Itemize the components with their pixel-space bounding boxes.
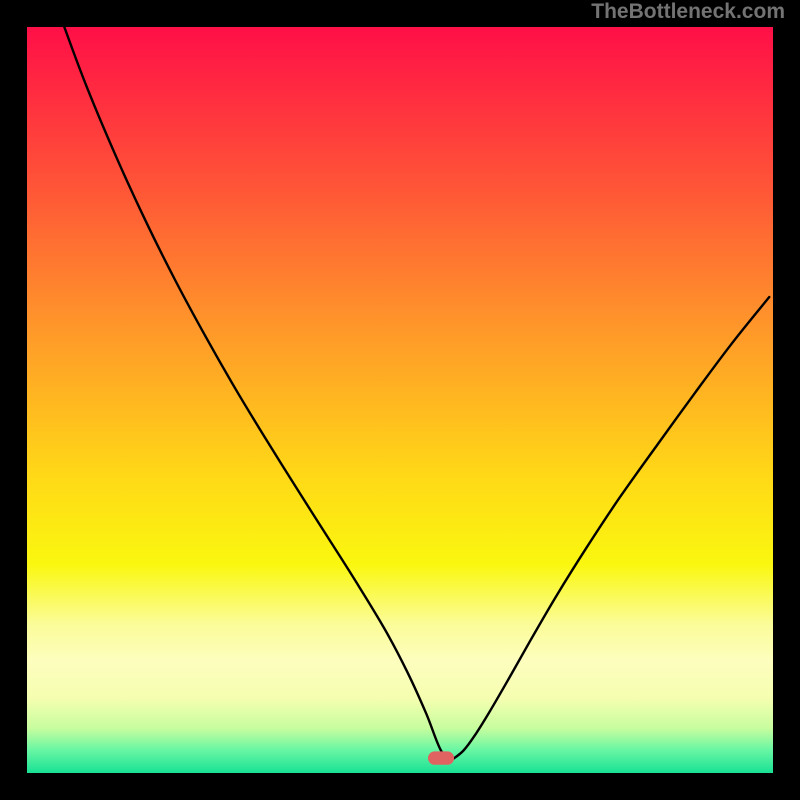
optimal-point-marker <box>428 751 454 764</box>
watermark-text: TheBottleneck.com <box>591 0 785 24</box>
chart-svg <box>27 27 773 773</box>
chart-marker-layer <box>428 751 454 764</box>
chart-plot-area <box>27 27 773 773</box>
chart-background <box>27 27 773 773</box>
chart-frame: TheBottleneck.com <box>0 0 800 800</box>
